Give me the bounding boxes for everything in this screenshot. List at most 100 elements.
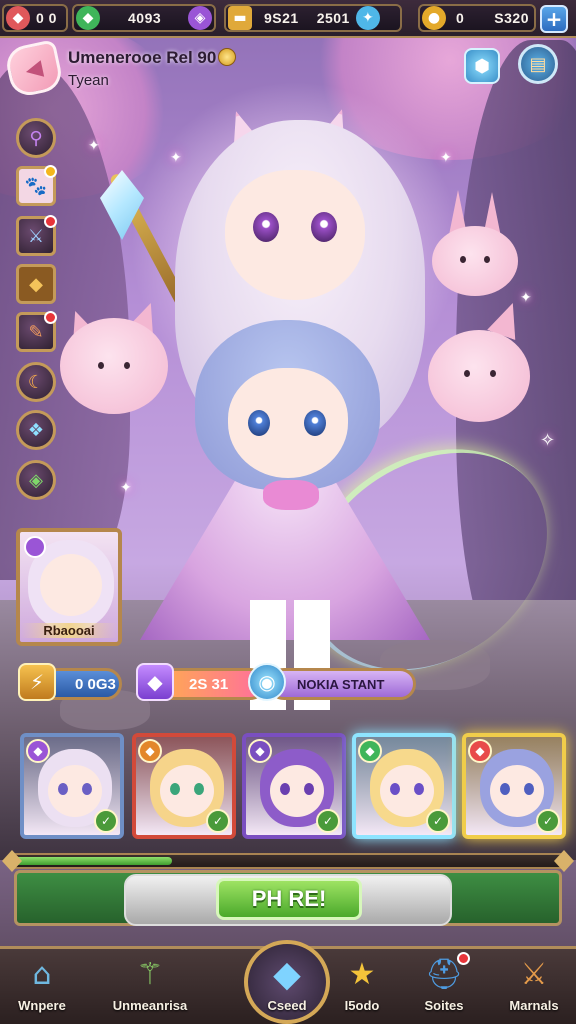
notice-board-icon: ▤ [529, 53, 547, 75]
hero-card[interactable]: ◆ ✓ [132, 733, 236, 839]
hero-face [380, 765, 434, 817]
hero-face [490, 765, 544, 817]
sparkle-icon: ✧ [540, 430, 556, 451]
hero-eye [500, 783, 510, 795]
side-item-bow[interactable]: ⚲ [16, 118, 56, 158]
chibi-eye [248, 410, 270, 436]
hero-eye [304, 783, 314, 795]
notification-dot [44, 215, 57, 228]
hero-eye [390, 783, 400, 795]
nav-item-home[interactable]: ⌂ Wnpere [0, 952, 98, 1022]
element-icon: ◆ [358, 739, 382, 763]
hero-face [270, 765, 324, 817]
gold-value: 9S21 [264, 10, 299, 26]
bow-icon: ⚲ [29, 127, 43, 149]
heroine-eye [253, 212, 279, 242]
ruby-counter[interactable]: ◆ 0 0 [2, 4, 68, 32]
cube-icon: ⬢ [474, 55, 490, 77]
side-item-moon[interactable]: ☾ [16, 362, 56, 402]
nav-item-battle[interactable]: ⚔ Marnals [478, 952, 576, 1022]
gem-shop-button[interactable]: ⬢ [464, 48, 500, 84]
portrait-face [40, 554, 102, 616]
hero-portrait-card[interactable]: Rbaooai [16, 528, 122, 646]
nav-label: I5odo [344, 998, 380, 1013]
hero-eye [170, 783, 180, 795]
map-button[interactable]: ▤ [518, 44, 558, 84]
play-button[interactable]: PH RE! [216, 878, 362, 920]
hero-card[interactable]: ◆ ✓ [352, 733, 456, 839]
side-item-crystal[interactable]: ❖ [16, 410, 56, 450]
nav-label: Unmeanrisa [112, 998, 188, 1013]
hero-eye [414, 783, 424, 795]
emerald-counter[interactable]: ◆ 4093 ◈ [72, 4, 216, 32]
gem-stat-value: 2S 31 [189, 675, 229, 693]
pet-cat-right [428, 330, 530, 422]
side-item-sword[interactable]: ⚔ [16, 215, 57, 256]
chibi-eye [304, 410, 326, 436]
hero-card[interactable]: ◆ ✓ [20, 733, 124, 839]
portrait-label: Rbaooai [20, 623, 118, 638]
boot-icon: ◆ [29, 273, 43, 295]
crystal-value: 2501 [316, 10, 350, 26]
ruby-value: 0 0 [36, 10, 57, 26]
side-item-boot[interactable]: ◆ [16, 264, 56, 304]
sparkle-icon: ✦ [440, 150, 452, 166]
hero-eye [82, 783, 92, 795]
notification-dot [44, 165, 57, 178]
pet-icon: 🐾 [24, 175, 48, 197]
sparkle-icon: ✦ [170, 150, 182, 166]
emerald-icon: ◆ [76, 6, 100, 30]
side-item-leaf[interactable]: ◈ [16, 460, 56, 500]
notification-dot [457, 952, 470, 965]
hero-eye [280, 783, 290, 795]
nav-label: Cseed [267, 998, 307, 1013]
star-icon: ★ [348, 956, 376, 992]
nav-item-summon[interactable]: ⚚ Unmeanrisa [94, 952, 206, 1022]
ruby-icon: ◆ [6, 6, 30, 30]
element-icon: ◆ [248, 739, 272, 763]
amethyst-icon: ◆ [136, 663, 174, 701]
heroine-eye [311, 212, 337, 242]
moon-icon: ☾ [27, 371, 45, 393]
hero-card[interactable]: ◆ ✓ [462, 733, 566, 839]
lightning-icon: ⚡ [18, 663, 56, 701]
power-value: 0 0G3 [75, 675, 116, 693]
quest-stat[interactable]: NOKIA STANT [268, 668, 416, 700]
chibi-face [228, 368, 348, 478]
sparkle-icon: ✦ [88, 138, 100, 154]
castle-icon: ⌂ [32, 956, 52, 992]
gold-bar-icon: ▬ [228, 6, 252, 30]
hero-eye [194, 783, 204, 795]
page-title-text: Umenerooe Rel 90 [68, 48, 217, 67]
gem-value: S320 [494, 10, 529, 26]
check-icon: ✓ [426, 809, 450, 833]
coin-counter[interactable]: ● 0 S320 [418, 4, 536, 32]
hero-card[interactable]: ◆ ✓ [242, 733, 346, 839]
pet-cat-left [60, 318, 168, 414]
gold-counter[interactable]: ▬ 9S21 2501 ✦ [224, 4, 402, 32]
crossed-swords-icon: ⚔ [520, 956, 548, 992]
side-item-pet[interactable]: 🐾 [16, 165, 57, 206]
crystal-icon: ✦ [355, 6, 380, 30]
add-currency-button[interactable]: + [540, 5, 568, 33]
hero-face [160, 765, 214, 817]
coin-icon [218, 48, 237, 66]
nav-label: Wnpere [18, 998, 66, 1013]
check-icon: ✓ [316, 809, 340, 833]
pet-bunny [432, 226, 518, 296]
progress-bar [8, 853, 568, 869]
notification-dot [44, 311, 57, 324]
element-icon: ◆ [26, 739, 50, 763]
element-badge-icon [24, 536, 46, 558]
heart-back-icon: ◀ [23, 55, 45, 83]
side-item-brush[interactable]: ✎ [16, 311, 57, 352]
quest-label: NOKIA STANT [297, 676, 385, 692]
nav-label: Marnals [509, 998, 559, 1013]
crystal-icon: ◆ [273, 953, 301, 995]
emerald-value: 4093 [128, 10, 162, 26]
heroine-face [225, 170, 365, 300]
staff-icon: ⚚ [136, 956, 164, 992]
check-icon: ✓ [94, 809, 118, 833]
check-icon: ✓ [536, 809, 560, 833]
hero-face [48, 765, 102, 817]
